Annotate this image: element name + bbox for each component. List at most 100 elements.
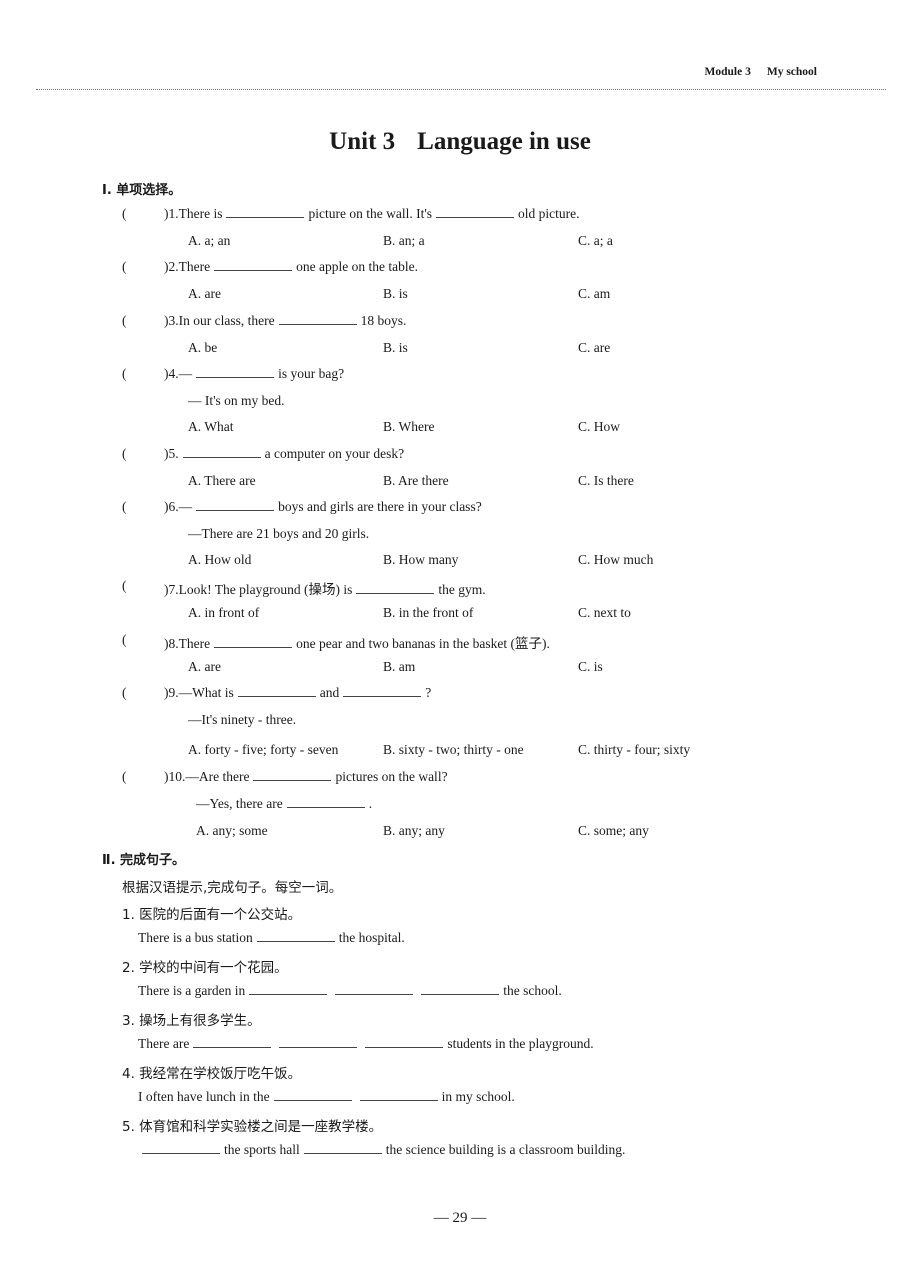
answer-blank[interactable] — [359, 1090, 438, 1101]
option-a[interactable]: A. are — [188, 659, 221, 675]
chinese-prompt: 1. 医院的后面有一个公交站。 — [122, 907, 302, 923]
answer-blank[interactable] — [335, 984, 414, 995]
question-number: )6. — [164, 499, 179, 514]
option-c[interactable]: C. are — [578, 340, 610, 356]
answer-paren[interactable]: ( — [122, 632, 127, 648]
option-a[interactable]: A. in front of — [188, 605, 259, 621]
option-b[interactable]: B. Are there — [383, 473, 449, 489]
text-segment: boys and girls are there in your class? — [278, 499, 482, 514]
option-a[interactable]: A. forty - five; forty - seven — [188, 742, 338, 758]
question-number: )7. — [164, 582, 179, 597]
answer-blank[interactable] — [253, 770, 332, 781]
running-header: Module 3 My school — [705, 66, 817, 78]
question-6: )6.— boys and girls are there in your cla… — [164, 499, 482, 515]
option-c[interactable]: C. some; any — [578, 823, 649, 839]
answer-paren[interactable]: ( — [122, 769, 127, 785]
answer-paren[interactable]: ( — [122, 499, 127, 515]
answer-blank[interactable] — [226, 207, 305, 218]
option-a[interactable]: A. be — [188, 340, 217, 356]
option-a[interactable]: A. How old — [188, 552, 251, 568]
answer-blank[interactable] — [196, 500, 275, 511]
answer-paren[interactable]: ( — [122, 685, 127, 701]
text-segment: I often have lunch in the — [138, 1089, 270, 1104]
answer-blank[interactable] — [286, 797, 365, 808]
question-reply: —It's ninety - three. — [188, 712, 297, 727]
option-b[interactable]: B. an; a — [383, 233, 425, 249]
text-segment: — — [178, 366, 193, 381]
question-5: )5. a computer on your desk? — [164, 446, 404, 462]
text-segment: There is a garden in — [138, 983, 246, 998]
answer-blank[interactable] — [421, 984, 500, 995]
question-number: )8. — [164, 636, 179, 651]
answer-blank[interactable] — [356, 583, 435, 594]
option-b[interactable]: B. is — [383, 286, 408, 302]
answer-blank[interactable] — [182, 447, 261, 458]
text-segment: Look! The playground (操场) is — [178, 582, 353, 597]
question-number: )10. — [164, 769, 186, 784]
option-a[interactable]: A. a; an — [188, 233, 230, 249]
unit-name: Language in use — [417, 128, 591, 155]
option-b[interactable]: B. sixty - two; thirty - one — [383, 742, 524, 758]
answer-blank[interactable] — [343, 686, 422, 697]
answer-blank[interactable] — [273, 1090, 352, 1101]
answer-blank[interactable] — [237, 686, 316, 697]
text-segment: the sports hall — [224, 1142, 300, 1157]
option-b[interactable]: B. is — [383, 340, 408, 356]
answer-blank[interactable] — [214, 637, 293, 648]
answer-blank[interactable] — [193, 1037, 272, 1048]
chinese-prompt: 3. 操场上有很多学生。 — [122, 1013, 261, 1029]
option-c[interactable]: C. next to — [578, 605, 631, 621]
option-c[interactable]: C. How much — [578, 552, 653, 568]
option-c[interactable]: C. Is there — [578, 473, 634, 489]
option-c[interactable]: C. How — [578, 419, 620, 435]
answer-paren[interactable]: ( — [122, 366, 127, 382]
option-c[interactable]: C. a; a — [578, 233, 613, 249]
answer-paren[interactable]: ( — [122, 259, 127, 275]
option-a[interactable]: A. What — [188, 419, 234, 435]
text-segment: There — [178, 636, 211, 651]
english-sentence: There is a garden in the school. — [138, 983, 562, 999]
option-b[interactable]: B. any; any — [383, 823, 445, 839]
answer-blank[interactable] — [365, 1037, 444, 1048]
question-number: )2. — [164, 259, 179, 274]
text-segment: — — [178, 499, 193, 514]
option-a[interactable]: A. are — [188, 286, 221, 302]
option-c[interactable]: C. am — [578, 286, 610, 302]
answer-blank[interactable] — [214, 260, 293, 271]
text-segment: the school. — [503, 983, 562, 998]
section-2-instruction: 根据汉语提示,完成句子。每空一词。 — [122, 880, 343, 896]
option-a[interactable]: A. There are — [188, 473, 256, 489]
option-b[interactable]: B. in the front of — [383, 605, 473, 621]
answer-blank[interactable] — [249, 984, 328, 995]
answer-paren[interactable]: ( — [122, 446, 127, 462]
option-a[interactable]: A. any; some — [196, 823, 268, 839]
english-sentence: the sports hall the science building is a… — [138, 1142, 625, 1158]
chinese-prompt: 2. 学校的中间有一个花园。 — [122, 960, 288, 976]
question-number: )1. — [164, 206, 179, 221]
text-segment: —Yes, there are — [196, 796, 283, 811]
question-8: )8.There one pear and two bananas in the … — [164, 632, 550, 652]
question-reply: — It's on my bed. — [188, 393, 285, 408]
answer-blank[interactable] — [256, 931, 335, 942]
answer-blank[interactable] — [196, 367, 275, 378]
answer-paren[interactable]: ( — [122, 578, 127, 594]
option-b[interactable]: B. How many — [383, 552, 458, 568]
text-segment: the gym. — [438, 582, 486, 597]
text-segment: pictures on the wall? — [335, 769, 448, 784]
answer-blank[interactable] — [279, 1037, 358, 1048]
text-segment: a computer on your desk? — [264, 446, 405, 461]
text-segment: and — [319, 685, 340, 700]
answer-blank[interactable] — [278, 314, 357, 325]
option-c[interactable]: C. is — [578, 659, 603, 675]
answer-paren[interactable]: ( — [122, 206, 127, 222]
answer-blank[interactable] — [303, 1143, 382, 1154]
text-segment: There are — [138, 1036, 190, 1051]
answer-blank[interactable] — [436, 207, 515, 218]
answer-blank[interactable] — [142, 1143, 220, 1154]
answer-paren[interactable]: ( — [122, 313, 127, 329]
option-b[interactable]: B. Where — [383, 419, 434, 435]
option-b[interactable]: B. am — [383, 659, 415, 675]
option-c[interactable]: C. thirty - four; sixty — [578, 742, 690, 758]
question-number: )4. — [164, 366, 179, 381]
english-sentence: There are students in the playground. — [138, 1036, 594, 1052]
